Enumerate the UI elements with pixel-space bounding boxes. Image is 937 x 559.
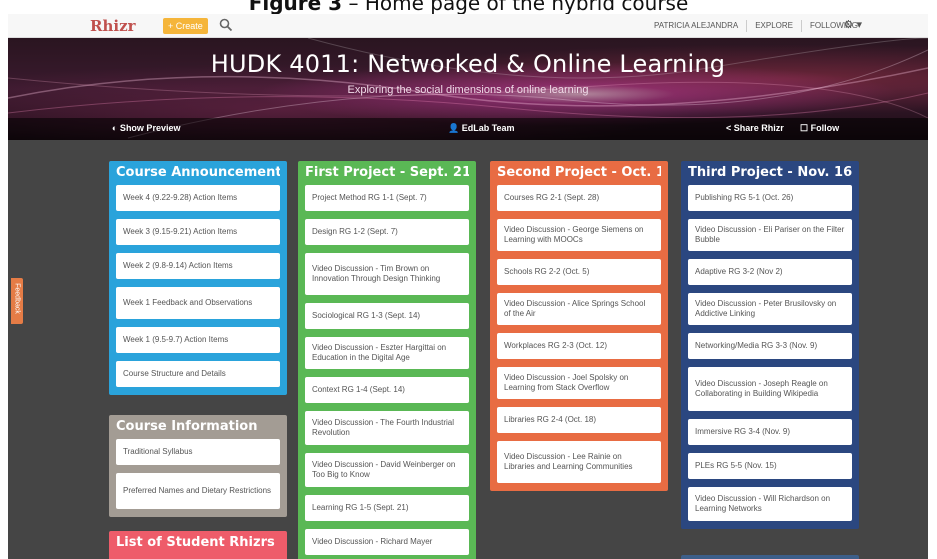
banner-action-bar: ◐ Show Preview 👤 EdLab Team < Share Rhiz… — [8, 118, 928, 140]
card[interactable]: Workplaces RG 2-3 (Oct. 12) — [497, 333, 661, 359]
card[interactable]: Immersive RG 3-4 (Nov. 9) — [688, 419, 852, 445]
feedback-tab[interactable]: Feedback — [11, 278, 23, 324]
card[interactable]: Course Structure and Details — [116, 361, 280, 387]
column-title: Course Announcements — [116, 165, 280, 180]
create-button[interactable]: + Create — [163, 18, 208, 34]
follow-button[interactable]: ☐ Follow — [800, 123, 839, 134]
card[interactable]: Video Discussion - Lee Rainie on Librari… — [497, 441, 661, 483]
card[interactable]: Video Discussion - Will Richardson on Le… — [688, 487, 852, 521]
card[interactable]: Video Discussion - Joel Spolsky on Learn… — [497, 367, 661, 399]
figure-caption: Figure 3 – Home page of the hybrid cours… — [0, 0, 937, 14]
nav-user-link[interactable]: PATRICIA ALEJANDRA — [646, 20, 746, 32]
card[interactable]: Video Discussion - Peter Brusilovsky on … — [688, 293, 852, 325]
top-nav-links: PATRICIA ALEJANDRA EXPLORE FOLLOWING — [646, 14, 866, 38]
card[interactable]: Week 3 (9.15-9.21) Action Items — [116, 219, 280, 245]
rhizr-logo[interactable]: Rhizr — [90, 17, 136, 35]
card[interactable]: Schools RG 2-2 (Oct. 5) — [497, 259, 661, 285]
card[interactable]: Design RG 1-2 (Sept. 7) — [305, 219, 469, 245]
card[interactable]: Libraries RG 2-4 (Oct. 18) — [497, 407, 661, 433]
course-banner: HUDK 4011: Networked & Online Learning E… — [8, 38, 928, 140]
figure-caption-label: Figure 3 — [248, 0, 343, 14]
card[interactable]: Video Discussion - Alice Springs School … — [497, 293, 661, 325]
column-second-project: Second Project - Oct. 19th Courses RG 2-… — [490, 161, 668, 491]
card[interactable]: Video Discussion - George Siemens on Lea… — [497, 219, 661, 251]
card[interactable]: Video Discussion - The Fourth Industrial… — [305, 411, 469, 445]
column-fourth-partial — [681, 555, 859, 559]
card[interactable]: Video Discussion - Eszter Hargittai on E… — [305, 337, 469, 369]
column-course-announcements: Course Announcements Week 4 (9.22-9.28) … — [109, 161, 287, 395]
share-rhizr-button[interactable]: < Share Rhizr — [726, 123, 784, 133]
card[interactable]: Project Method RG 1-1 (Sept. 7) — [305, 185, 469, 211]
column-title: Course Information — [116, 419, 258, 434]
top-navbar: Rhizr + Create PATRICIA ALEJANDRA EXPLOR… — [8, 14, 928, 38]
card[interactable]: Publishing RG 5-1 (Oct. 26) — [688, 185, 852, 211]
feedback-label: Feedback — [13, 283, 21, 314]
card[interactable]: Sociological RG 1-3 (Sept. 14) — [305, 303, 469, 329]
column-course-information: Course Information Traditional Syllabus … — [109, 415, 287, 517]
card[interactable]: Video Discussion - Richard Mayer — [305, 529, 469, 555]
column-title: First Project - Sept. 21st — [305, 165, 469, 180]
card[interactable]: Week 1 Feedback and Observations — [116, 287, 280, 319]
card[interactable]: Networking/Media RG 3-3 (Nov. 9) — [688, 333, 852, 359]
course-subtitle: Exploring the social dimensions of onlin… — [347, 84, 589, 96]
column-third-project: Third Project - Nov. 16th Publishing RG … — [681, 161, 859, 529]
card[interactable]: Video Discussion - David Weinberger on T… — [305, 453, 469, 487]
card[interactable]: Week 4 (9.22-9.28) Action Items — [116, 185, 280, 211]
team-link[interactable]: 👤 EdLab Team — [448, 123, 515, 134]
column-title: Third Project - Nov. 16th — [688, 165, 852, 180]
card[interactable]: Video Discussion - Eli Pariser on the Fi… — [688, 219, 852, 251]
column-title: Second Project - Oct. 19th — [497, 165, 661, 180]
card[interactable]: Week 2 (9.8-9.14) Action Items — [116, 253, 280, 279]
card[interactable]: Video Discussion - Tim Brown on Innovati… — [305, 253, 469, 295]
card[interactable]: Courses RG 2-1 (Sept. 28) — [497, 185, 661, 211]
gear-icon[interactable]: ⚙ ▾ — [844, 18, 862, 31]
app-window: Rhizr + Create PATRICIA ALEJANDRA EXPLOR… — [8, 14, 928, 559]
card[interactable]: PLEs RG 5-5 (Nov. 15) — [688, 453, 852, 479]
nav-explore-link[interactable]: EXPLORE — [746, 20, 801, 32]
show-preview-button[interactable]: ◐ Show Preview — [112, 123, 180, 133]
card[interactable]: Preferred Names and Dietary Restrictions — [116, 473, 280, 509]
figure-caption-text: – Home page of the hybrid course — [342, 0, 689, 14]
column-student-rhizrs: List of Student Rhizrs — [109, 531, 287, 559]
card[interactable]: Learning RG 1-5 (Sept. 21) — [305, 495, 469, 521]
card[interactable]: Video Discussion - Joseph Reagle on Coll… — [688, 367, 852, 411]
card[interactable]: Week 1 (9.5-9.7) Action Items — [116, 327, 280, 353]
card[interactable]: Context RG 1-4 (Sept. 14) — [305, 377, 469, 403]
column-title: List of Student Rhizrs — [116, 535, 275, 550]
search-icon[interactable] — [219, 18, 233, 32]
card[interactable]: Adaptive RG 3-2 (Nov 2) — [688, 259, 852, 285]
card[interactable]: Traditional Syllabus — [116, 439, 280, 465]
column-first-project: First Project - Sept. 21st Project Metho… — [298, 161, 476, 559]
course-title: HUDK 4011: Networked & Online Learning — [210, 50, 726, 78]
